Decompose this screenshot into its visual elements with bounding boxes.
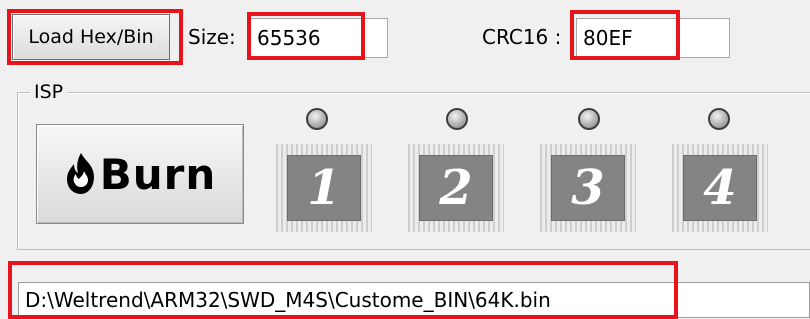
isp-group-label: ISP bbox=[30, 81, 68, 103]
socket-2-status-led bbox=[446, 108, 468, 130]
socket-1-label: 1 bbox=[307, 160, 341, 216]
highlight-size-field bbox=[247, 12, 365, 60]
socket-3-chip: 3 bbox=[551, 155, 625, 221]
socket-3-label: 3 bbox=[571, 160, 605, 216]
crc16-label: CRC16 : bbox=[482, 25, 562, 49]
socket-4-status-led bbox=[708, 108, 730, 130]
size-label: Size: bbox=[188, 25, 236, 49]
socket-1-chip: 1 bbox=[287, 155, 361, 221]
highlight-file-path bbox=[8, 261, 678, 319]
socket-1-status-led bbox=[306, 108, 328, 130]
socket-2-label: 2 bbox=[439, 160, 473, 216]
socket-3-status-led bbox=[578, 108, 600, 130]
socket-2-chip: 2 bbox=[419, 155, 493, 221]
socket-3-button[interactable]: 3 bbox=[540, 144, 636, 232]
burn-button[interactable]: Burn bbox=[36, 124, 244, 224]
highlight-crc16-field bbox=[570, 10, 680, 60]
socket-4-button[interactable]: 4 bbox=[672, 144, 768, 232]
socket-2-button[interactable]: 2 bbox=[408, 144, 504, 232]
burn-label: Burn bbox=[99, 149, 217, 199]
socket-4-chip: 4 bbox=[683, 155, 757, 221]
highlight-load-button bbox=[7, 9, 183, 65]
socket-4-label: 4 bbox=[703, 160, 737, 216]
flame-icon bbox=[64, 152, 98, 196]
socket-1-button[interactable]: 1 bbox=[276, 144, 372, 232]
